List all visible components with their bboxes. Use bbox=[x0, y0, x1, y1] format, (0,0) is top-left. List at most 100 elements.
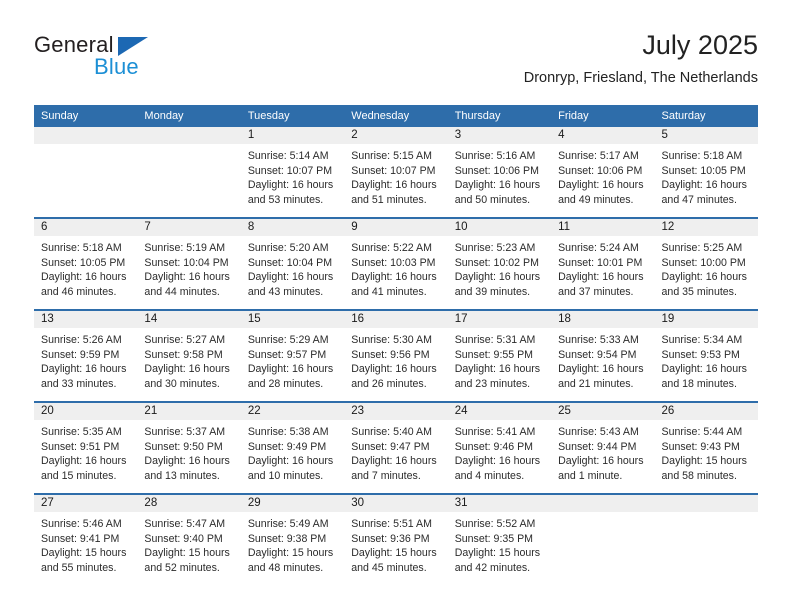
daylight-text-line2: and 21 minutes. bbox=[558, 377, 634, 390]
daylight-text-line1: Daylight: 16 hours bbox=[41, 363, 127, 376]
day-details: Sunrise: 5:14 AM Sunset: 10:07 PM Daylig… bbox=[241, 144, 344, 207]
sunrise-text: Sunrise: 5:34 AM bbox=[661, 334, 743, 346]
calendar-day-cell[interactable]: 12 Sunrise: 5:25 AM Sunset: 10:00 PM Day… bbox=[654, 217, 758, 310]
daylight-text-line1: Daylight: 16 hours bbox=[661, 271, 747, 284]
sunrise-text: Sunrise: 5:37 AM bbox=[144, 426, 226, 438]
daylight-text-line2: and 1 minute. bbox=[558, 469, 623, 482]
calendar-day-cell[interactable]: 21 Sunrise: 5:37 AM Sunset: 9:50 PM Dayl… bbox=[137, 401, 241, 494]
calendar-day-cell[interactable]: 9 Sunrise: 5:22 AM Sunset: 10:03 PM Dayl… bbox=[344, 217, 448, 310]
day-details: Sunrise: 5:34 AM Sunset: 9:53 PM Dayligh… bbox=[655, 328, 758, 391]
calendar-day-cell[interactable]: 15 Sunrise: 5:29 AM Sunset: 9:57 PM Dayl… bbox=[240, 309, 345, 402]
sunrise-text: Sunrise: 5:17 AM bbox=[558, 150, 639, 162]
calendar-day-cell[interactable]: 5 Sunrise: 5:18 AM Sunset: 10:05 PM Dayl… bbox=[654, 127, 758, 218]
day-number: 6 bbox=[34, 219, 138, 236]
calendar-table: Sunday Monday Tuesday Wednesday Thursday… bbox=[34, 105, 758, 585]
calendar-day-cell[interactable]: 10 Sunrise: 5:23 AM Sunset: 10:02 PM Day… bbox=[447, 217, 552, 310]
calendar-day-cell[interactable] bbox=[34, 127, 138, 218]
calendar-day-cell[interactable]: 30 Sunrise: 5:51 AM Sunset: 9:36 PM Dayl… bbox=[344, 493, 448, 585]
daylight-text-line1: Daylight: 16 hours bbox=[558, 179, 644, 192]
calendar-day-cell[interactable]: 16 Sunrise: 5:30 AM Sunset: 9:56 PM Dayl… bbox=[344, 309, 448, 402]
calendar-day-cell[interactable]: 31 Sunrise: 5:52 AM Sunset: 9:35 PM Dayl… bbox=[447, 493, 552, 585]
day-number: 9 bbox=[344, 219, 448, 236]
calendar-day-cell[interactable] bbox=[137, 127, 241, 218]
day-details: Sunrise: 5:30 AM Sunset: 9:56 PM Dayligh… bbox=[344, 328, 447, 391]
calendar-day-cell[interactable]: 19 Sunrise: 5:34 AM Sunset: 9:53 PM Dayl… bbox=[654, 309, 758, 402]
calendar-day-cell[interactable]: 20 Sunrise: 5:35 AM Sunset: 9:51 PM Dayl… bbox=[34, 401, 138, 494]
daylight-text-line2: and 45 minutes. bbox=[351, 561, 427, 574]
calendar-day-cell[interactable]: 8 Sunrise: 5:20 AM Sunset: 10:04 PM Dayl… bbox=[240, 217, 345, 310]
calendar-day-cell[interactable]: 2 Sunrise: 5:15 AM Sunset: 10:07 PM Dayl… bbox=[344, 127, 448, 218]
calendar-day-cell[interactable] bbox=[551, 493, 655, 585]
calendar-day-cell[interactable]: 6 Sunrise: 5:18 AM Sunset: 10:05 PM Dayl… bbox=[34, 217, 138, 310]
sunset-text: Sunset: 10:02 PM bbox=[454, 256, 539, 269]
sunset-text: Sunset: 10:04 PM bbox=[247, 256, 333, 269]
sunset-text: Sunset: 9:51 PM bbox=[41, 440, 120, 453]
weekday-header-thursday: Thursday bbox=[447, 105, 552, 127]
calendar-day-cell[interactable]: 23 Sunrise: 5:40 AM Sunset: 9:47 PM Dayl… bbox=[344, 401, 448, 494]
calendar-day-cell[interactable]: 3 Sunrise: 5:16 AM Sunset: 10:06 PM Dayl… bbox=[447, 127, 552, 218]
calendar-day-cell[interactable]: 24 Sunrise: 5:41 AM Sunset: 9:46 PM Dayl… bbox=[447, 401, 552, 494]
day-number: 1 bbox=[240, 127, 345, 144]
sunrise-text: Sunrise: 5:35 AM bbox=[41, 426, 122, 438]
sunrise-text: Sunrise: 5:43 AM bbox=[558, 426, 639, 438]
daylight-text-line2: and 4 minutes. bbox=[454, 469, 525, 482]
page-title: July 2025 bbox=[642, 30, 758, 60]
day-details: Sunrise: 5:17 AM Sunset: 10:06 PM Daylig… bbox=[551, 144, 654, 207]
day-number: 3 bbox=[447, 127, 552, 144]
calendar-week-row: 6 Sunrise: 5:18 AM Sunset: 10:05 PM Dayl… bbox=[34, 217, 758, 310]
calendar-day-cell[interactable]: 22 Sunrise: 5:38 AM Sunset: 9:49 PM Dayl… bbox=[240, 401, 345, 494]
daylight-text-line1: Daylight: 16 hours bbox=[351, 455, 437, 468]
calendar-body: 1 Sunrise: 5:14 AM Sunset: 10:07 PM Dayl… bbox=[34, 127, 758, 585]
calendar-day-cell[interactable]: 27 Sunrise: 5:46 AM Sunset: 9:41 PM Dayl… bbox=[34, 493, 138, 585]
day-details: Sunrise: 5:35 AM Sunset: 9:51 PM Dayligh… bbox=[34, 420, 137, 483]
calendar-day-cell[interactable]: 17 Sunrise: 5:31 AM Sunset: 9:55 PM Dayl… bbox=[447, 309, 552, 402]
daylight-text-line2: and 46 minutes. bbox=[41, 285, 117, 298]
sunset-text: Sunset: 9:50 PM bbox=[144, 440, 223, 453]
sunset-text: Sunset: 9:56 PM bbox=[351, 348, 430, 361]
daylight-text-line2: and 50 minutes. bbox=[454, 193, 531, 206]
sunrise-text: Sunrise: 5:51 AM bbox=[351, 518, 432, 530]
daylight-text-line2: and 52 minutes. bbox=[144, 561, 220, 574]
calendar-day-cell[interactable] bbox=[654, 493, 758, 585]
day-number: 16 bbox=[344, 311, 448, 328]
day-details: Sunrise: 5:41 AM Sunset: 9:46 PM Dayligh… bbox=[448, 420, 551, 483]
sunrise-text: Sunrise: 5:25 AM bbox=[661, 242, 743, 254]
day-number: 11 bbox=[551, 219, 655, 236]
calendar-day-cell[interactable]: 28 Sunrise: 5:47 AM Sunset: 9:40 PM Dayl… bbox=[137, 493, 241, 585]
calendar-day-cell[interactable]: 7 Sunrise: 5:19 AM Sunset: 10:04 PM Dayl… bbox=[137, 217, 241, 310]
day-details: Sunrise: 5:16 AM Sunset: 10:06 PM Daylig… bbox=[448, 144, 551, 207]
calendar-day-cell[interactable]: 4 Sunrise: 5:17 AM Sunset: 10:06 PM Dayl… bbox=[551, 127, 655, 218]
sunset-text: Sunset: 10:05 PM bbox=[41, 256, 126, 269]
daylight-text-line2: and 58 minutes. bbox=[661, 469, 737, 482]
sunrise-text: Sunrise: 5:46 AM bbox=[41, 518, 122, 530]
day-number: 28 bbox=[137, 495, 241, 512]
calendar-day-cell[interactable]: 1 Sunrise: 5:14 AM Sunset: 10:07 PM Dayl… bbox=[240, 127, 345, 218]
daylight-text-line1: Daylight: 16 hours bbox=[558, 271, 644, 284]
sunrise-text: Sunrise: 5:14 AM bbox=[247, 150, 329, 162]
sunset-text: Sunset: 9:40 PM bbox=[144, 532, 223, 545]
day-number: 27 bbox=[34, 495, 138, 512]
weekday-header-tuesday: Tuesday bbox=[240, 105, 345, 127]
calendar-day-cell[interactable]: 18 Sunrise: 5:33 AM Sunset: 9:54 PM Dayl… bbox=[551, 309, 655, 402]
daylight-text-line1: Daylight: 16 hours bbox=[454, 363, 541, 376]
calendar-day-cell[interactable]: 26 Sunrise: 5:44 AM Sunset: 9:43 PM Dayl… bbox=[654, 401, 758, 494]
daylight-text-line2: and 10 minutes. bbox=[247, 469, 324, 482]
sunset-text: Sunset: 9:54 PM bbox=[558, 348, 637, 361]
day-details: Sunrise: 5:18 AM Sunset: 10:05 PM Daylig… bbox=[34, 236, 137, 299]
day-details: Sunrise: 5:29 AM Sunset: 9:57 PM Dayligh… bbox=[241, 328, 344, 391]
sunset-text: Sunset: 10:06 PM bbox=[454, 164, 539, 177]
daylight-text-line2: and 18 minutes. bbox=[661, 377, 737, 390]
day-number: 24 bbox=[447, 403, 552, 420]
calendar-day-cell[interactable]: 11 Sunrise: 5:24 AM Sunset: 10:01 PM Day… bbox=[551, 217, 655, 310]
daylight-text-line1: Daylight: 15 hours bbox=[144, 547, 230, 560]
sunrise-text: Sunrise: 5:18 AM bbox=[41, 242, 122, 254]
calendar-day-cell[interactable]: 29 Sunrise: 5:49 AM Sunset: 9:38 PM Dayl… bbox=[240, 493, 345, 585]
calendar-day-cell[interactable]: 14 Sunrise: 5:27 AM Sunset: 9:58 PM Dayl… bbox=[137, 309, 241, 402]
sunrise-text: Sunrise: 5:18 AM bbox=[661, 150, 743, 162]
calendar-day-cell[interactable]: 13 Sunrise: 5:26 AM Sunset: 9:59 PM Dayl… bbox=[34, 309, 138, 402]
daylight-text-line2: and 28 minutes. bbox=[247, 377, 324, 390]
calendar-day-cell[interactable]: 25 Sunrise: 5:43 AM Sunset: 9:44 PM Dayl… bbox=[551, 401, 655, 494]
page-subtitle: Dronryp, Friesland, The Netherlands bbox=[523, 70, 758, 86]
sunrise-text: Sunrise: 5:31 AM bbox=[454, 334, 536, 346]
daylight-text-line1: Daylight: 16 hours bbox=[454, 271, 541, 284]
